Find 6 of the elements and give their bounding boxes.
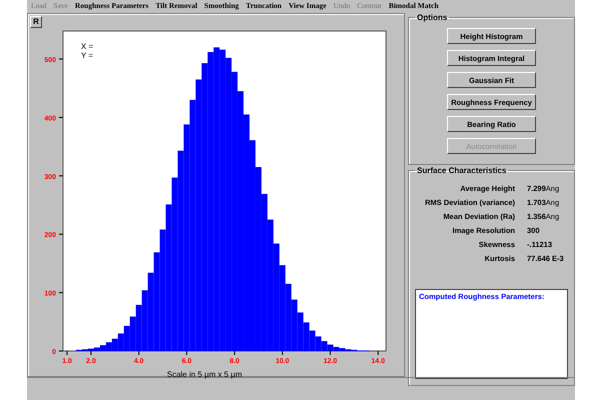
reset-button[interactable]: R bbox=[30, 16, 42, 28]
group-title: Options bbox=[416, 13, 448, 22]
group-title: Surface Characteristics bbox=[416, 166, 508, 175]
x-axis-label: Scale in 5 µm x 5 µm bbox=[166, 370, 242, 379]
cursor-y-readout: Y = bbox=[81, 51, 94, 60]
cursor-x-readout: X = bbox=[81, 42, 94, 51]
